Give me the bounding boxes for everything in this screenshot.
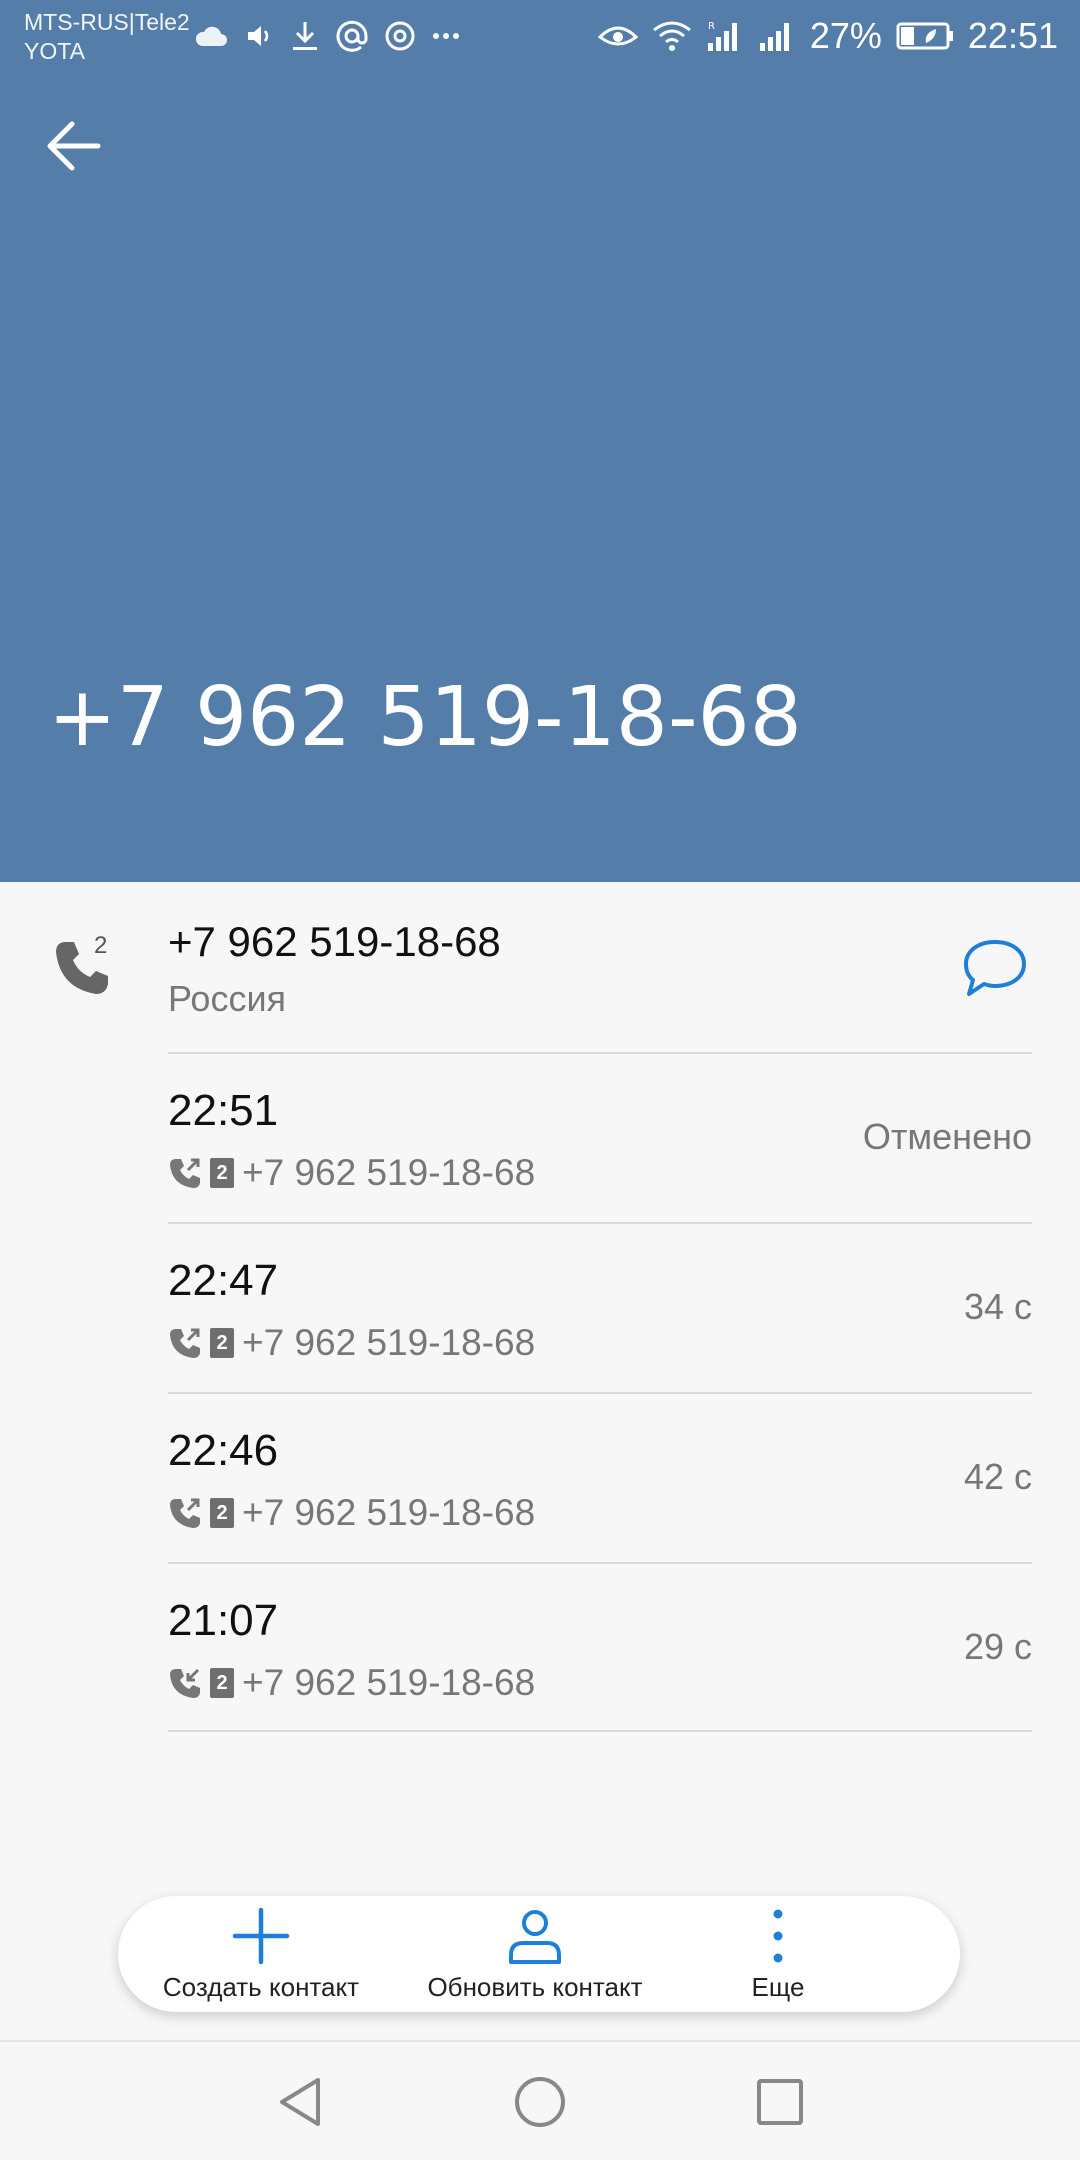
status-time: 22:51 — [967, 15, 1058, 56]
nav-back-icon[interactable] — [270, 2072, 330, 2132]
call-time: 22:46 — [168, 1426, 279, 1475]
contact-summary: 2 +7 962 519-18-68 Россия — [0, 882, 1080, 1052]
signal-icon — [759, 23, 789, 51]
call-duration: 34 с — [963, 1286, 1032, 1327]
carrier-line-2: YOTA — [24, 38, 85, 64]
volume-icon — [248, 26, 269, 46]
call-details-line: 2 +7 962 519-18-68 — [168, 1660, 535, 1706]
more-vert-icon — [773, 1909, 783, 1963]
outgoing-call-icon — [170, 1328, 200, 1358]
more-button[interactable]: Еще — [718, 1896, 838, 2012]
call-log-entry[interactable]: 22:47 2 +7 962 519-18-68 34 с — [168, 1222, 1032, 1392]
outgoing-call-icon — [170, 1498, 200, 1528]
call-duration: 42 с — [963, 1456, 1032, 1497]
update-contact-button[interactable]: Обновить контакт — [414, 1896, 656, 2012]
carrier-line-1: MTS-RUS|Tele2 — [24, 9, 190, 35]
call-time: 22:47 — [168, 1256, 279, 1305]
call-details-line: 2 +7 962 519-18-68 — [168, 1320, 535, 1366]
carrier-info: MTS-RUS|Tele2 YOTA — [24, 8, 190, 66]
battery-percent: 27% — [809, 15, 882, 56]
contact-region: Россия — [168, 978, 287, 1019]
call-log-entry[interactable]: 21:07 2 +7 962 519-18-68 29 с — [168, 1562, 1032, 1732]
call-number: +7 962 519-18-68 — [242, 1152, 536, 1193]
more-icon — [433, 33, 459, 39]
wifi-icon — [652, 21, 691, 51]
navigation-bar — [0, 2040, 1080, 2160]
nav-recents-icon[interactable] — [750, 2072, 810, 2132]
call-count: 2 — [94, 932, 108, 959]
page-title: +7 962 519-18-68 — [48, 670, 802, 765]
sim-badge: 2 — [210, 1328, 234, 1358]
call-time: 22:51 — [168, 1086, 279, 1135]
update-contact-label: Обновить контакт — [427, 1972, 643, 2002]
action-bar: Создать контакт Обновить контакт Еще — [118, 1896, 960, 2012]
create-contact-label: Создать контакт — [162, 1972, 360, 2002]
back-arrow-icon[interactable] — [40, 110, 112, 182]
chrome-icon — [385, 21, 415, 51]
call-duration: 29 с — [963, 1626, 1032, 1667]
more-label: Еще — [751, 1972, 805, 2002]
sim-badge: 2 — [210, 1158, 234, 1188]
svg-text:R: R — [708, 21, 715, 32]
call-details-line: 2 +7 962 519-18-68 — [168, 1150, 535, 1196]
at-icon — [336, 20, 368, 52]
person-icon — [509, 1910, 561, 1964]
eye-icon — [597, 26, 638, 46]
cloud-icon — [195, 26, 227, 46]
incoming-call-icon — [170, 1668, 200, 1698]
call-number: +7 962 519-18-68 — [242, 1662, 536, 1703]
sim-badge: 2 — [210, 1498, 234, 1528]
header: MTS-RUS|Tele2 YOTA R 27% 22:51 +7 962 51… — [0, 0, 1080, 882]
contact-number[interactable]: +7 962 519-18-68 — [168, 918, 501, 966]
message-icon[interactable] — [960, 936, 1030, 1000]
battery-icon — [896, 22, 953, 50]
status-bar: MTS-RUS|Tele2 YOTA R 27% 22:51 — [0, 0, 1080, 75]
outgoing-call-icon — [170, 1158, 200, 1188]
sim-badge: 2 — [210, 1668, 234, 1698]
create-contact-button[interactable]: Создать контакт — [158, 1896, 364, 2012]
call-status: Отменено — [862, 1116, 1032, 1157]
signal-roaming-icon: R — [707, 21, 737, 51]
call-log-entry[interactable]: 22:46 2 +7 962 519-18-68 42 с — [168, 1392, 1032, 1562]
download-icon — [293, 22, 317, 50]
plus-icon — [232, 1907, 290, 1965]
call-number: +7 962 519-18-68 — [242, 1322, 536, 1363]
call-time: 21:07 — [168, 1596, 279, 1645]
call-number: +7 962 519-18-68 — [242, 1492, 536, 1533]
call-details: 2 +7 962 519-18-68 Россия 22:51 2 +7 962… — [0, 882, 1080, 2040]
call-details-line: 2 +7 962 519-18-68 — [168, 1490, 535, 1536]
call-log-entry[interactable]: 22:51 2 +7 962 519-18-68 Отменено — [168, 1052, 1032, 1222]
nav-home-icon[interactable] — [510, 2072, 570, 2132]
